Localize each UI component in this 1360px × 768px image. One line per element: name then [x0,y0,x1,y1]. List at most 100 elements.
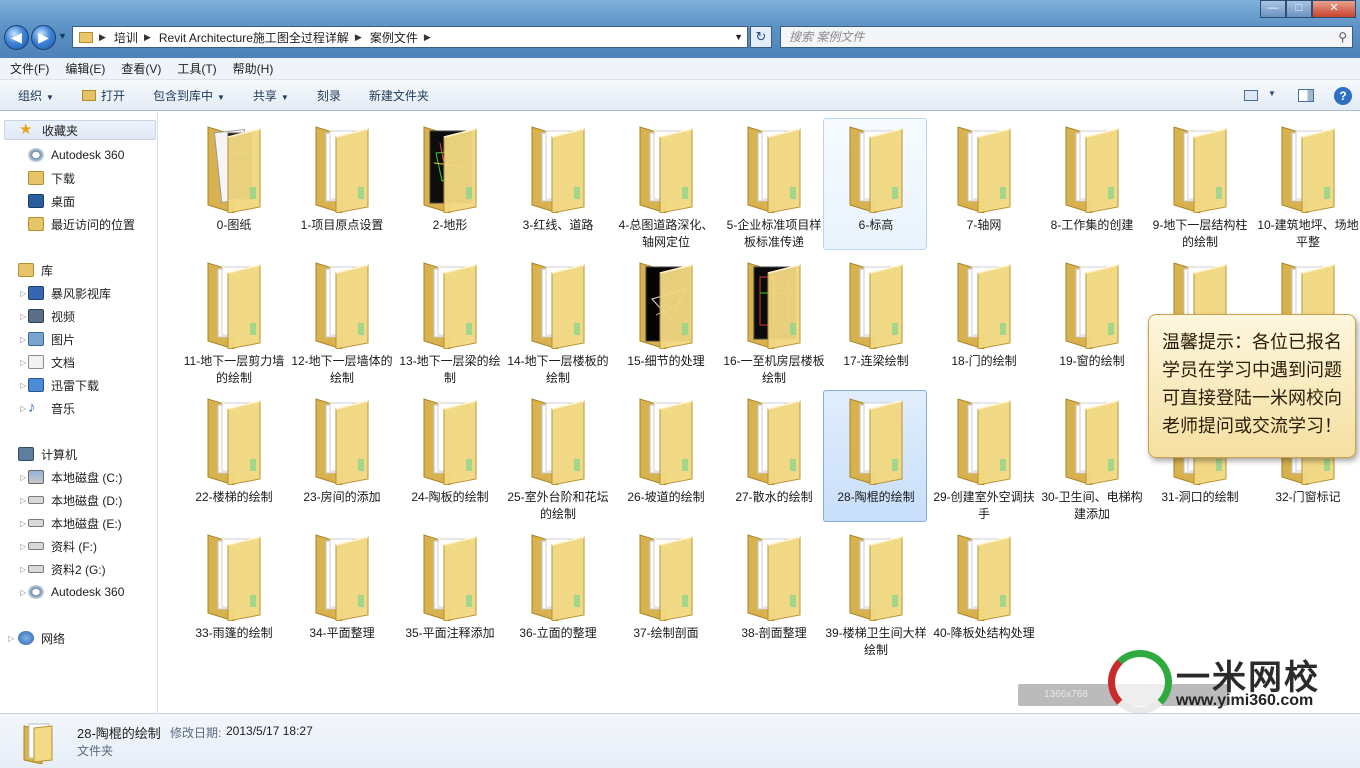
search-input[interactable]: 搜索 案例文件 ⚲ [780,26,1353,48]
change-view-icon[interactable] [1244,90,1258,101]
sidebar-network[interactable]: 网络 [18,628,65,648]
folder-item[interactable]: 5-企业标准项目样板标准传递 [721,118,825,250]
menu-edit[interactable]: 编辑(E) [65,60,105,77]
folder-item[interactable]: 10-建筑地坪、场地平整 [1255,118,1359,250]
folder-item[interactable]: 25-室外台阶和花坛的绘制 [505,390,609,522]
chevron-right-icon[interactable]: ▶ [355,32,362,43]
folder-item[interactable]: 28-陶棍的绘制 [823,390,927,522]
menu-file[interactable]: 文件(F) [10,60,49,77]
sidebar-favorites[interactable]: ★ 收藏夹 [4,120,156,140]
help-icon[interactable]: ? [1334,87,1352,105]
sidebar-item-downloads[interactable]: 下载 [28,168,75,188]
search-icon[interactable]: ⚲ [1338,27,1347,47]
sidebar-item-baofeng-library[interactable]: 暴风影视库 [28,283,111,303]
folder-item[interactable]: 11-地下一层剪力墙的绘制 [181,254,285,386]
menu-view[interactable]: 查看(V) [121,60,161,77]
expand-arrow-icon[interactable]: ▷ [20,289,26,298]
back-button[interactable]: ◀ [4,25,29,50]
folder-item[interactable]: 17-连梁绘制 [823,254,927,386]
sidebar-item-drive-c[interactable]: 本地磁盘 (C:) [28,467,122,487]
folder-item[interactable]: 36-立面的整理 [505,526,609,658]
close-button[interactable]: ✕ [1312,0,1356,18]
folder-item[interactable]: 6-标高 [823,118,927,250]
folder-item[interactable]: 40-降板处结构处理 [931,526,1035,658]
open-button[interactable]: 打开 [81,87,125,104]
folder-item[interactable]: 0-图纸 [181,118,285,250]
folder-item[interactable]: 13-地下一层梁的绘制 [397,254,501,386]
folder-item[interactable]: 26-坡道的绘制 [613,390,717,522]
folder-item[interactable]: 18-门的绘制 [931,254,1035,386]
forward-button[interactable]: ▶ [31,25,56,50]
folder-item[interactable]: 3-红线、道路 [505,118,609,250]
sidebar-item-drive-d[interactable]: 本地磁盘 (D:) [28,490,122,510]
breadcrumb-item[interactable]: 案例文件 [370,29,418,46]
sidebar-item-music[interactable]: ♪ 音乐 [28,398,75,418]
sidebar-item-drive-e[interactable]: 本地磁盘 (E:) [28,513,122,533]
caret-down-icon[interactable]: ▼ [1268,89,1276,107]
sidebar-item-recent-places[interactable]: 最近访问的位置 [28,214,135,234]
folder-item[interactable]: 23-房间的添加 [289,390,393,522]
folder-item[interactable]: 33-雨篷的绘制 [181,526,285,658]
expand-arrow-icon[interactable]: ▷ [20,519,26,528]
chevron-right-icon[interactable]: ▶ [99,32,106,43]
address-bar[interactable]: ▶ 培训 ▶ Revit Architecture施工图全过程详解 ▶ 案例文件… [72,26,748,48]
folder-item[interactable]: 7-轴网 [931,118,1035,250]
sidebar-item-autodesk-360-drive[interactable]: Autodesk 360 [28,582,124,602]
breadcrumb-item[interactable]: Revit Architecture施工图全过程详解 [159,29,349,46]
folder-item[interactable]: 38-剖面整理 [721,526,825,658]
menu-help[interactable]: 帮助(H) [233,60,274,77]
minimize-button[interactable]: — [1260,0,1286,18]
expand-arrow-icon[interactable]: ▷ [20,496,26,505]
expand-arrow-icon[interactable]: ▷ [20,358,26,367]
sidebar-computer[interactable]: 计算机 [18,444,77,464]
preview-pane-icon[interactable] [1298,89,1314,102]
sidebar-libraries[interactable]: 库 [18,260,53,280]
include-in-library-button[interactable]: 包含到库中 ▼ [153,87,225,104]
folder-item[interactable]: 1-项目原点设置 [289,118,393,250]
recent-pages-dropdown[interactable]: ▼ [58,31,67,41]
sidebar-item-videos[interactable]: 视频 [28,306,75,326]
expand-arrow-icon[interactable]: ▷ [20,565,26,574]
folder-item[interactable]: 2-地形 [397,118,501,250]
folder-item[interactable]: 14-地下一层楼板的绘制 [505,254,609,386]
expand-arrow-icon[interactable]: ▷ [8,634,14,643]
sidebar-item-autodesk-360[interactable]: Autodesk 360 [28,145,124,165]
folder-item[interactable]: 16-一至机房层楼板绘制 [721,254,825,386]
organize-button[interactable]: 组织 ▼ [18,87,54,104]
breadcrumb-item[interactable]: 培训 [114,29,138,46]
expand-arrow-icon[interactable]: ▷ [20,473,26,482]
folder-item[interactable]: 29-创建室外空调扶手 [931,390,1035,522]
folder-item[interactable]: 4-总图道路深化、轴网定位 [613,118,717,250]
folder-item[interactable]: 9-地下一层结构柱的绘制 [1147,118,1251,250]
sidebar-item-drive-g[interactable]: 资料2 (G:) [28,559,106,579]
sidebar-item-pictures[interactable]: 图片 [28,329,75,349]
folder-item[interactable]: 15-细节的处理 [613,254,717,386]
folder-item[interactable]: 39-楼梯卫生间大样绘制 [823,526,927,658]
folder-item[interactable]: 12-地下一层墙体的绘制 [289,254,393,386]
sidebar-item-documents[interactable]: 文档 [28,352,75,372]
refresh-button[interactable]: ↻ [750,26,772,48]
folder-item[interactable]: 35-平面注释添加 [397,526,501,658]
expand-arrow-icon[interactable]: ▷ [20,404,26,413]
folder-item[interactable]: 27-散水的绘制 [721,390,825,522]
share-button[interactable]: 共享 ▼ [253,87,289,104]
folder-item[interactable]: 34-平面整理 [289,526,393,658]
folder-item[interactable]: 24-陶板的绘制 [397,390,501,522]
folder-item[interactable]: 8-工作集的创建 [1039,118,1143,250]
folder-item[interactable]: 37-绘制剖面 [613,526,717,658]
expand-arrow-icon[interactable]: ▷ [20,335,26,344]
expand-arrow-icon[interactable]: ▷ [20,588,26,597]
expand-arrow-icon[interactable]: ▷ [20,542,26,551]
folder-item[interactable]: 30-卫生间、电梯构建添加 [1039,390,1143,522]
address-history-dropdown[interactable]: ▼ [734,32,743,42]
sidebar-item-thunder-downloads[interactable]: 迅雷下载 [28,375,99,395]
menu-tools[interactable]: 工具(T) [177,60,216,77]
folder-item[interactable]: 22-楼梯的绘制 [181,390,285,522]
new-folder-button[interactable]: 新建文件夹 [369,87,429,104]
chevron-right-icon[interactable]: ▶ [424,32,431,43]
folder-item[interactable]: 19-窗的绘制 [1039,254,1143,386]
chevron-right-icon[interactable]: ▶ [144,32,151,43]
maximize-button[interactable]: □ [1286,0,1312,18]
expand-arrow-icon[interactable]: ▷ [20,312,26,321]
sidebar-item-desktop[interactable]: 桌面 [28,191,75,211]
